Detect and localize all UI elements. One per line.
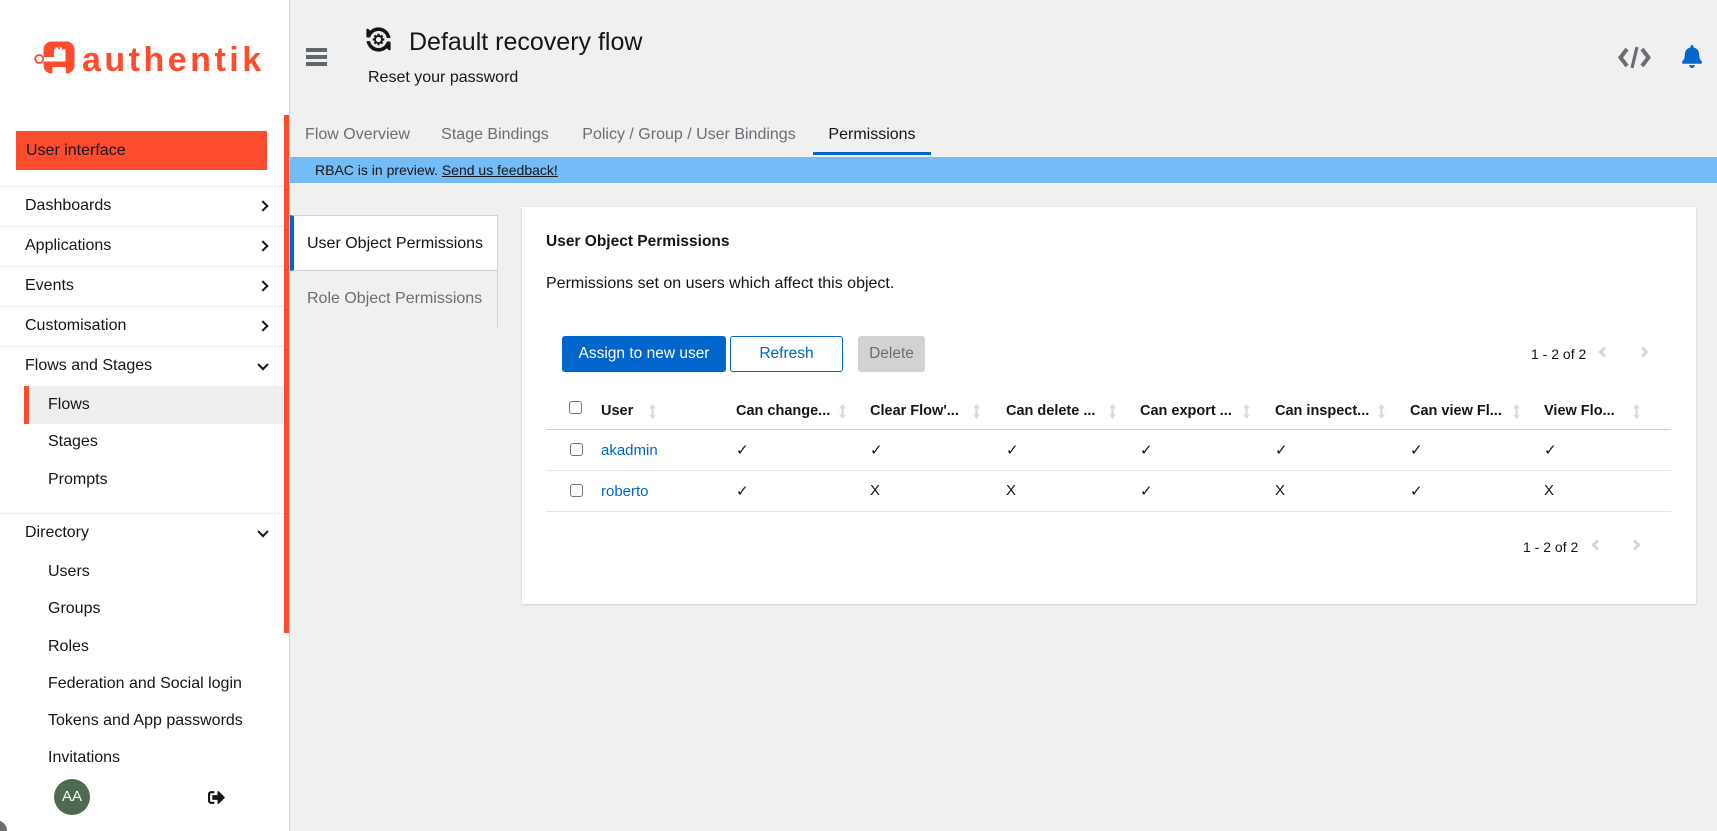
svg-text:authentik: authentik: [82, 41, 264, 78]
